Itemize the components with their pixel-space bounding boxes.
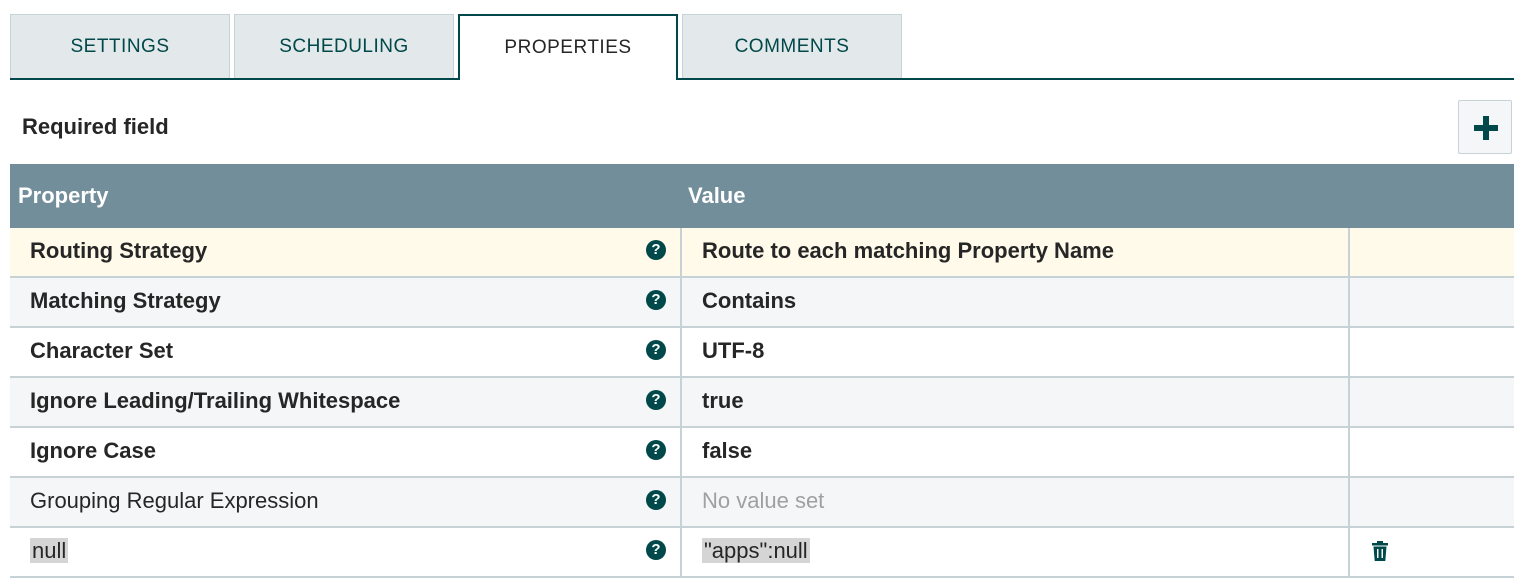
tab-scheduling[interactable]: SCHEDULING — [234, 14, 454, 78]
column-divider — [1348, 228, 1350, 276]
tab-comments[interactable]: COMMENTS — [682, 14, 902, 78]
property-name: Ignore Leading/Trailing Whitespace — [30, 388, 401, 413]
property-name: Routing Strategy — [30, 238, 208, 263]
property-name: Character Set — [30, 338, 174, 363]
highlighted-text: "apps":null — [702, 538, 810, 563]
column-divider — [680, 478, 682, 526]
column-header-value[interactable]: Value — [688, 183, 745, 209]
highlighted-text: null — [30, 538, 69, 563]
column-divider — [1348, 328, 1350, 376]
trash-icon[interactable] — [1372, 541, 1388, 561]
tab-bar: SETTINGS SCHEDULING PROPERTIES COMMENTS — [10, 14, 1514, 80]
column-divider — [680, 428, 682, 476]
tab-settings[interactable]: SETTINGS — [10, 14, 230, 78]
property-value[interactable]: UTF-8 — [702, 338, 764, 364]
property-name: Grouping Regular Expression — [30, 488, 319, 513]
table-row[interactable]: Routing Strategy ? Route to each matchin… — [10, 228, 1514, 278]
column-divider — [1348, 528, 1350, 576]
tab-properties[interactable]: PROPERTIES — [458, 14, 678, 80]
table-row[interactable]: null ? "apps":null — [10, 528, 1514, 578]
help-icon[interactable]: ? — [646, 540, 666, 560]
help-icon[interactable]: ? — [646, 340, 666, 360]
column-header-property[interactable]: Property — [18, 183, 108, 209]
column-divider — [680, 328, 682, 376]
add-property-button[interactable] — [1458, 100, 1512, 154]
help-icon[interactable]: ? — [646, 440, 666, 460]
property-name: null — [30, 538, 69, 564]
column-divider — [1348, 378, 1350, 426]
property-value[interactable]: Route to each matching Property Name — [702, 238, 1114, 264]
column-divider — [1348, 428, 1350, 476]
help-icon[interactable]: ? — [646, 240, 666, 260]
table-header: Property Value — [10, 164, 1514, 228]
column-divider — [680, 528, 682, 576]
help-icon[interactable]: ? — [646, 290, 666, 310]
table-row[interactable]: Character Set ? UTF-8 — [10, 328, 1514, 378]
property-name: Matching Strategy — [30, 288, 221, 313]
column-divider — [1348, 278, 1350, 326]
help-icon[interactable]: ? — [646, 490, 666, 510]
property-name: Ignore Case — [30, 438, 156, 463]
help-icon[interactable]: ? — [646, 390, 666, 410]
property-value[interactable]: No value set — [702, 488, 824, 514]
column-divider — [680, 378, 682, 426]
table-row[interactable]: Ignore Leading/Trailing Whitespace ? tru… — [10, 378, 1514, 428]
column-divider — [680, 228, 682, 276]
column-divider — [680, 278, 682, 326]
table-row[interactable]: Ignore Case ? false — [10, 428, 1514, 478]
required-field-label: Required field — [22, 114, 169, 139]
property-value[interactable]: false — [702, 438, 752, 464]
table-row[interactable]: Matching Strategy ? Contains — [10, 278, 1514, 328]
properties-table: Property Value Routing Strategy ? Route … — [10, 164, 1514, 578]
property-value[interactable]: true — [702, 388, 744, 414]
property-value[interactable]: Contains — [702, 288, 796, 314]
property-value[interactable]: "apps":null — [702, 538, 810, 564]
column-divider — [1348, 478, 1350, 526]
table-row[interactable]: Grouping Regular Expression ? No value s… — [10, 478, 1514, 528]
